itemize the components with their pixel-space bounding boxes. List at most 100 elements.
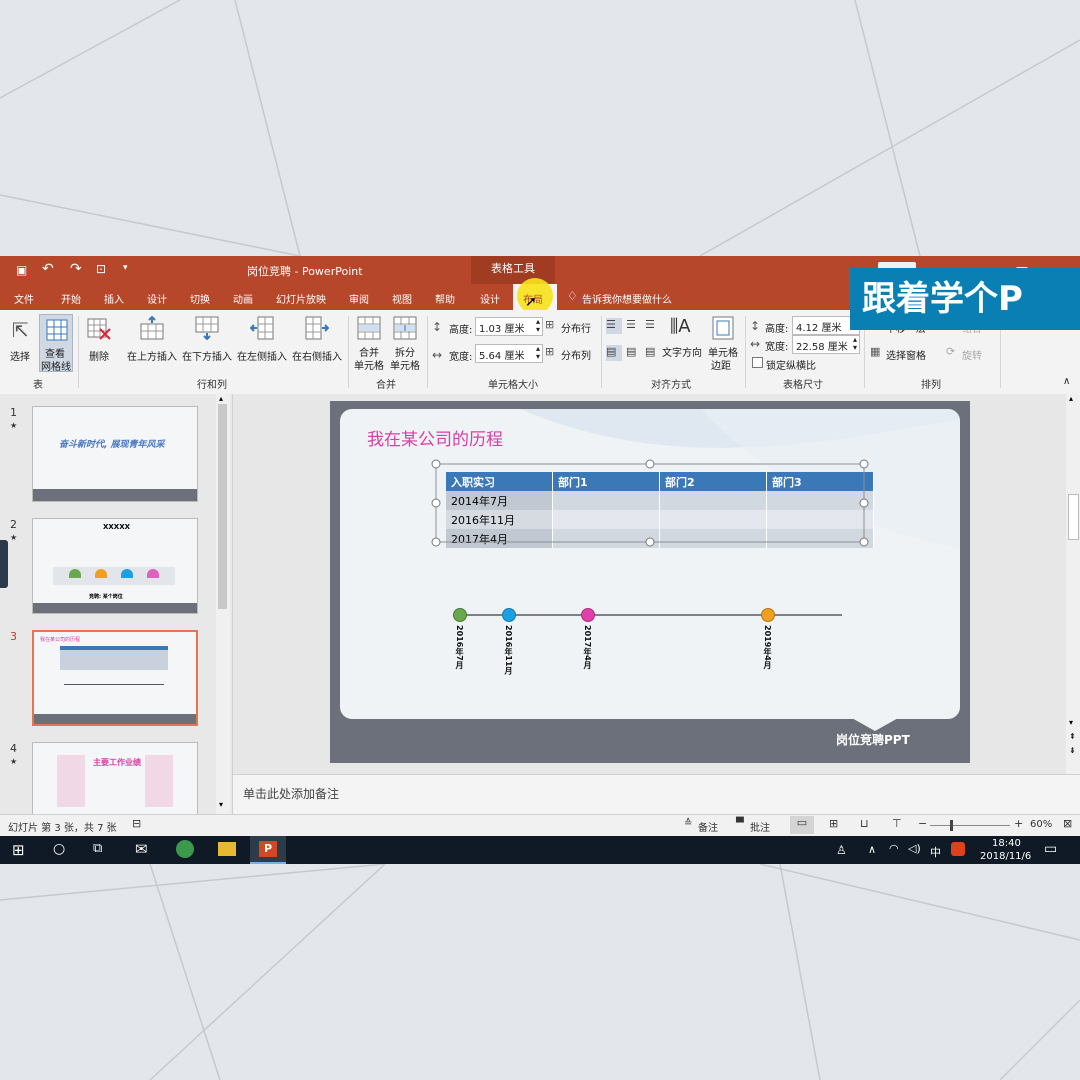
table-cell[interactable]: 2017年4月 <box>446 529 553 548</box>
timeline-dot-1[interactable] <box>453 608 467 622</box>
tab-review[interactable]: 审阅 <box>349 291 369 306</box>
fit-slide-icon[interactable]: ⊠ <box>1063 817 1072 830</box>
insert-right-button[interactable]: 在右侧插入 <box>290 314 344 372</box>
thumbs-scrollbar[interactable]: ▴ ▾ <box>216 394 230 814</box>
reading-view-icon[interactable]: ⊔ <box>860 817 869 830</box>
spellcheck-icon[interactable]: ⊟ <box>132 817 141 830</box>
slide-scrollbar[interactable]: ▴ ▾ ⇞ ⇟ <box>1066 394 1080 774</box>
merge-cells-button[interactable]: 合并 单元格 <box>353 314 387 372</box>
table-width-input[interactable]: 22.58 厘米 ▴ ▾ <box>792 335 860 354</box>
table-cell[interactable]: 2014年7月 <box>446 491 553 510</box>
scroll-up-icon[interactable]: ▴ <box>219 394 223 403</box>
tell-me-search[interactable]: 告诉我你想要做什么 <box>582 291 672 306</box>
next-slide-icon[interactable]: ⇟ <box>1069 746 1076 755</box>
align-right-icon[interactable]: ☰ <box>645 318 655 331</box>
align-top-button[interactable]: ▤ <box>606 345 622 361</box>
distribute-rows-button[interactable]: ⊞ 分布行 <box>545 318 597 335</box>
table-cell[interactable] <box>552 491 660 510</box>
select-button[interactable]: ⇱ 选择 <box>6 314 36 372</box>
save-icon[interactable]: ▣ <box>16 263 27 277</box>
spinner-icon[interactable]: ▴ ▾ <box>536 318 540 334</box>
redo-icon[interactable]: ↷ <box>70 261 82 277</box>
normal-view-button[interactable]: ▭ <box>790 816 814 834</box>
table-cell[interactable] <box>766 491 874 510</box>
timeline-dot-2[interactable] <box>502 608 516 622</box>
align-left-button[interactable]: ☰ <box>606 318 622 334</box>
insert-left-button[interactable]: 在左侧插入 <box>235 314 289 372</box>
people-icon[interactable]: ♙ <box>836 843 847 857</box>
zoom-in-icon[interactable]: + <box>1014 817 1023 830</box>
tab-home[interactable]: 开始 <box>61 291 81 306</box>
table-cell[interactable] <box>659 491 767 510</box>
zoom-out-icon[interactable]: − <box>918 817 927 830</box>
ime-indicator[interactable]: 中 <box>930 844 941 860</box>
cell-height-input[interactable]: 1.03 厘米 ▴ ▾ <box>475 317 543 336</box>
show-hidden-icons-icon[interactable]: ∧ <box>868 843 876 856</box>
tab-transitions[interactable]: 切换 <box>190 291 210 306</box>
insert-above-button[interactable]: 在上方插入 <box>125 314 179 372</box>
timeline-dot-3[interactable] <box>581 608 595 622</box>
current-slide[interactable]: 我在某公司的历程 入职实习 部门1 部门2 部门3 2014年7月 2016年1… <box>330 401 970 763</box>
tab-file[interactable]: 文件 <box>14 291 34 306</box>
zoom-slider[interactable] <box>930 820 1010 831</box>
tab-table-layout[interactable]: 布局 ➚ <box>513 278 557 314</box>
task-view-icon[interactable]: ⧉ <box>93 841 102 856</box>
align-bottom-icon[interactable]: ▤ <box>645 345 655 358</box>
rotate-button[interactable]: ⟳ 旋转 <box>946 345 996 362</box>
table-header-cell[interactable]: 部门1 <box>552 472 660 491</box>
tab-animations[interactable]: 动画 <box>233 291 253 306</box>
table-cell[interactable] <box>552 529 660 548</box>
undo-icon[interactable]: ↶ <box>42 261 54 277</box>
customize-toolbar-icon[interactable]: ▾ <box>123 263 128 273</box>
spinner-icon[interactable]: ▴ ▾ <box>536 345 540 361</box>
timeline-label[interactable]: 2017年4月 <box>582 625 593 669</box>
table-header-cell[interactable]: 部门3 <box>766 472 874 491</box>
table-cell[interactable] <box>766 529 874 548</box>
delete-button[interactable]: 删除 <box>84 314 116 372</box>
volume-icon[interactable]: ◁) <box>908 842 921 855</box>
slide-thumbnail-1[interactable]: 奋斗新时代, 展现青年风采 <box>32 406 198 502</box>
clock-date[interactable]: 2018/11/6 <box>980 851 1031 862</box>
thumbs-scroll-thumb[interactable] <box>218 404 227 609</box>
slide-thumbnail-3[interactable]: 我在某公司的历程 <box>32 630 198 726</box>
tab-help[interactable]: 帮助 <box>435 291 455 306</box>
table-cell[interactable] <box>659 529 767 548</box>
history-table[interactable]: 入职实习 部门1 部门2 部门3 2014年7月 2016年11月 2017年4… <box>446 472 874 548</box>
scroll-up-icon[interactable]: ▴ <box>1069 394 1073 403</box>
insert-below-button[interactable]: 在下方插入 <box>180 314 234 372</box>
scroll-down-icon[interactable]: ▾ <box>219 800 223 809</box>
side-panel-handle[interactable] <box>0 540 8 588</box>
slide-title[interactable]: 我在某公司的历程 <box>367 425 503 450</box>
collapse-ribbon-icon[interactable]: ∧ <box>1063 376 1070 387</box>
tab-design[interactable]: 设计 <box>147 291 167 306</box>
start-from-beginning-icon[interactable]: ⊡ <box>96 262 106 276</box>
text-direction-button[interactable]: ⫼A 文字方向 <box>662 314 704 372</box>
browser-icon[interactable] <box>176 840 194 858</box>
table-cell[interactable] <box>766 510 874 529</box>
table-cell[interactable] <box>659 510 767 529</box>
cell-margins-button[interactable]: 单元格 边距 <box>706 314 742 372</box>
split-cells-button[interactable]: 拆分 单元格 <box>389 314 423 372</box>
table-cell[interactable]: 2016年11月 <box>446 510 553 529</box>
tab-view[interactable]: 视图 <box>392 291 412 306</box>
timeline-label[interactable]: 2016年7月 <box>454 625 465 669</box>
notes-button[interactable]: ≙ 备注 <box>684 818 728 834</box>
table-header-cell[interactable]: 入职实习 <box>446 472 553 491</box>
tab-insert[interactable]: 插入 <box>104 291 124 306</box>
file-explorer-icon[interactable] <box>218 842 236 856</box>
tab-table-design[interactable]: 设计 <box>480 291 500 306</box>
distribute-cols-button[interactable]: ⊞ 分布列 <box>545 345 597 362</box>
zoom-level[interactable]: 60% <box>1030 819 1052 830</box>
table-header-cell[interactable]: 部门2 <box>659 472 767 491</box>
powerpoint-taskbar-button[interactable]: P <box>250 836 286 864</box>
view-gridlines-button[interactable]: 查看 网格线 <box>39 314 73 373</box>
align-center-icon[interactable]: ☰ <box>626 318 636 331</box>
table-cell[interactable] <box>552 510 660 529</box>
timeline-label[interactable]: 2019年4月 <box>762 625 773 669</box>
notes-pane[interactable]: 单击此处添加备注 <box>233 774 1080 815</box>
slide-sorter-icon[interactable]: ⊞ <box>829 817 838 830</box>
action-center-icon[interactable]: ▭ <box>1044 841 1057 857</box>
slide-scroll-thumb[interactable] <box>1068 494 1079 540</box>
slide-thumbnail-2[interactable]: XXXXX 竞聘: 某个岗位 <box>32 518 198 614</box>
zoom-slider-thumb[interactable] <box>950 820 953 831</box>
